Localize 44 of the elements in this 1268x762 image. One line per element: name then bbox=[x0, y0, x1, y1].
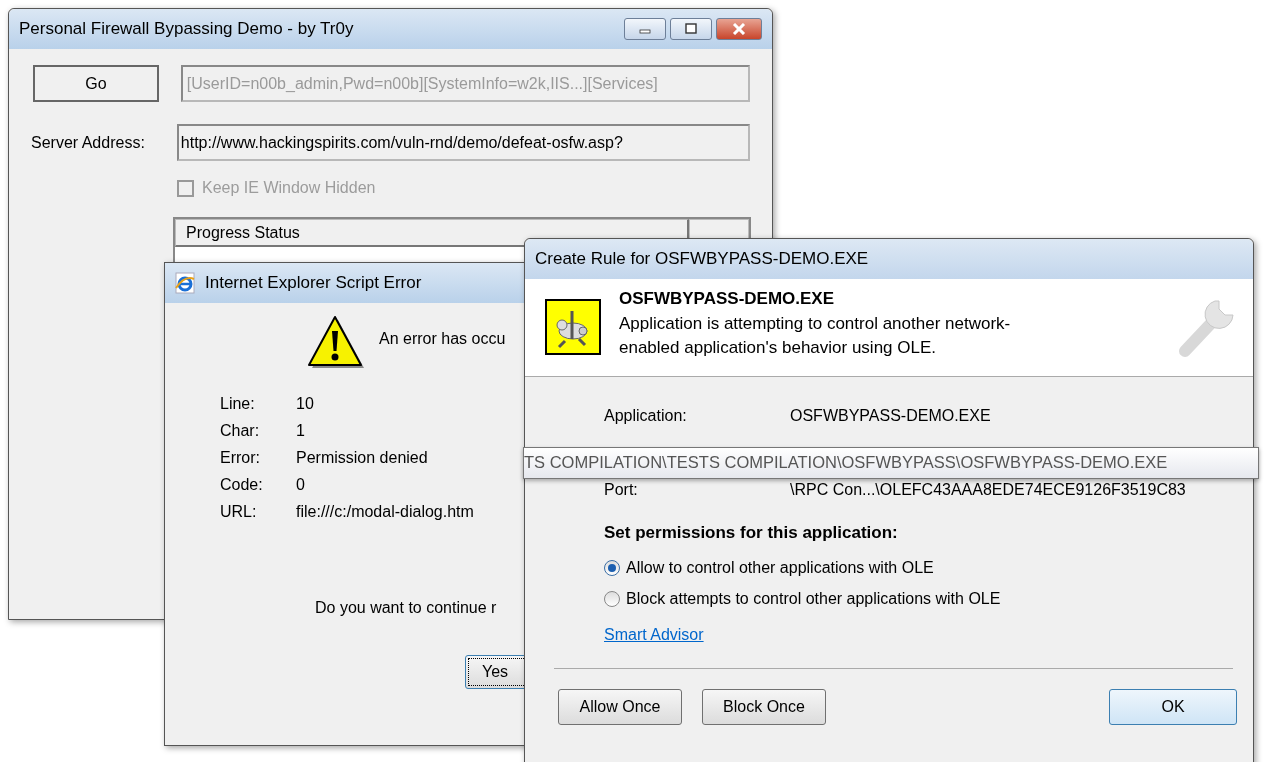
dialog-title: Internet Explorer Script Error bbox=[205, 273, 422, 293]
maximize-button[interactable] bbox=[670, 18, 712, 40]
window-title: Personal Firewall Bypassing Demo - by Tr0y bbox=[19, 19, 354, 39]
dialog-button[interactable]: Allow Once bbox=[558, 689, 682, 725]
description-text: Application is attempting to control another network-enabled application's behavior using OLE. bbox=[619, 313, 1012, 359]
detail-value: Permission denied bbox=[296, 449, 428, 467]
detail-label: Line: bbox=[220, 395, 255, 413]
detail-value: OSFWBYPASS-DEMO.EXE bbox=[790, 407, 991, 425]
detail-label: Port: bbox=[604, 481, 639, 499]
detail-value: 10 bbox=[296, 395, 314, 413]
checkbox-label: Keep IE Window Hidden bbox=[202, 179, 376, 197]
radio-button[interactable] bbox=[604, 560, 620, 576]
detail-value: file:///c:/modal-dialog.htm bbox=[296, 503, 474, 521]
server-address-field[interactable]: http://www.hackingspirits.com/vuln-rnd/demo/defeat-osfw.asp? bbox=[176, 124, 750, 161]
maximize-icon bbox=[684, 23, 698, 35]
detail-label: Error: bbox=[220, 449, 260, 467]
radio-button[interactable] bbox=[604, 591, 620, 607]
dialog-button[interactable]: OK bbox=[1109, 689, 1237, 725]
smart-advisor-link[interactable]: Smart Advisor bbox=[604, 626, 704, 644]
close-icon bbox=[731, 23, 747, 35]
radio-label: Block attempts to control other applications with OLE bbox=[626, 590, 1001, 608]
go-button[interactable]: Go bbox=[33, 65, 159, 102]
application-icon bbox=[545, 299, 601, 355]
detail-value: 1 bbox=[296, 422, 305, 440]
detail-label: Code: bbox=[220, 476, 263, 494]
tooltip: TS COMPILATION\TESTS COMPILATION\OSFWBYPASS\OSFWBYPASS-DEMO.EXE bbox=[523, 447, 1259, 479]
question-text: Do you want to continue r bbox=[315, 599, 498, 617]
detail-value: 0 bbox=[296, 476, 305, 494]
close-button[interactable] bbox=[716, 18, 762, 40]
detail-value: \RPC Con...\OLEFC43AAA8EDE74ECE9126F3519C83 bbox=[790, 481, 1186, 499]
dialog-title: Create Rule for OSFWBYPASS-DEMO.EXE bbox=[535, 249, 869, 269]
error-message: An error has occu bbox=[379, 330, 506, 348]
minimize-button[interactable] bbox=[624, 18, 666, 40]
detail-label: URL: bbox=[220, 503, 257, 521]
section-heading: Set permissions for this application: bbox=[604, 523, 899, 543]
dialog-button[interactable]: Block Once bbox=[702, 689, 826, 725]
column-header[interactable]: Progress Status bbox=[175, 219, 689, 247]
server-address-label: Server Address: bbox=[31, 133, 146, 152]
application-name: OSFWBYPASS-DEMO.EXE bbox=[619, 289, 836, 309]
detail-label: Char: bbox=[220, 422, 260, 440]
detail-label: Application: bbox=[604, 407, 688, 425]
radio-label: Allow to control other applications with OLE bbox=[626, 559, 934, 577]
browser-icon bbox=[173, 271, 197, 295]
warning-icon bbox=[305, 313, 365, 371]
